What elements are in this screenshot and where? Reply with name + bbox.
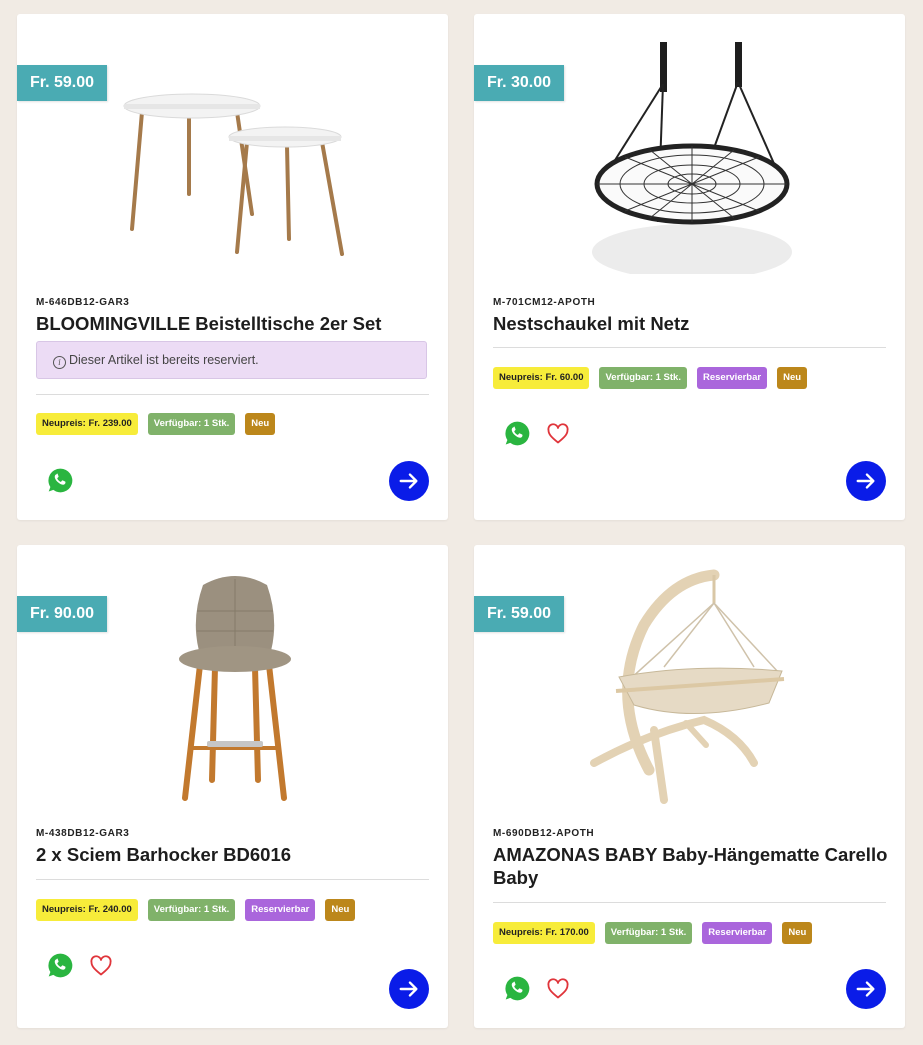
product-card[interactable]: Fr. 90.00 M-438DB12-GAR3 2 x Sciem Barho… bbox=[17, 545, 448, 1028]
new-price-badge: Neupreis: Fr. 240.00 bbox=[36, 899, 138, 921]
whatsapp-icon[interactable] bbox=[47, 952, 74, 979]
whatsapp-icon[interactable] bbox=[504, 420, 531, 447]
divider bbox=[493, 347, 886, 348]
divider bbox=[493, 902, 886, 903]
product-card[interactable]: Fr. 59.00 M-646DB12-GAR3 BLOOMINGVILLE B… bbox=[17, 14, 448, 520]
whatsapp-icon[interactable] bbox=[504, 975, 531, 1002]
reservable-badge: Reservierbar bbox=[696, 367, 768, 389]
product-sku: M-690DB12-APOTH bbox=[493, 828, 595, 839]
heart-icon[interactable] bbox=[89, 954, 113, 978]
availability-badge: Verfügbar: 1 Stk. bbox=[147, 413, 236, 435]
availability-badge: Verfügbar: 1 Stk. bbox=[147, 899, 236, 921]
badge-row: Neupreis: Fr. 170.00 Verfügbar: 1 Stk. R… bbox=[493, 922, 813, 944]
arrow-right-icon bbox=[856, 981, 875, 997]
badge-row: Neupreis: Fr. 240.00 Verfügbar: 1 Stk. R… bbox=[36, 899, 356, 921]
price-tag: Fr. 90.00 bbox=[17, 596, 108, 632]
info-icon: i bbox=[53, 356, 66, 369]
open-product-button[interactable] bbox=[389, 461, 429, 501]
reserved-notice-text: Dieser Artikel ist bereits reserviert. bbox=[69, 353, 259, 367]
open-product-button[interactable] bbox=[846, 461, 886, 501]
new-badge: Neu bbox=[782, 922, 813, 944]
price-tag: Fr. 59.00 bbox=[474, 596, 565, 632]
reservable-badge: Reservierbar bbox=[702, 922, 773, 944]
product-sku: M-646DB12-GAR3 bbox=[36, 297, 130, 308]
nest-swing-image bbox=[592, 42, 792, 274]
whatsapp-icon[interactable] bbox=[47, 467, 74, 494]
new-price-badge: Neupreis: Fr. 170.00 bbox=[493, 922, 595, 944]
product-title[interactable]: AMAZONAS BABY Baby-Hängematte Carello Ba… bbox=[493, 843, 888, 889]
product-card[interactable]: Fr. 30.00 M-701CM12-APOTH Nestschaukel m… bbox=[474, 14, 905, 520]
availability-badge: Verfügbar: 1 Stk. bbox=[604, 922, 693, 944]
availability-badge: Verfügbar: 1 Stk. bbox=[599, 367, 687, 389]
badge-row: Neupreis: Fr. 239.00 Verfügbar: 1 Stk. N… bbox=[36, 413, 276, 435]
reservable-badge: Reservierbar bbox=[245, 899, 316, 921]
product-sku: M-438DB12-GAR3 bbox=[36, 828, 130, 839]
side-tables-image bbox=[123, 93, 344, 256]
heart-icon[interactable] bbox=[546, 977, 570, 1001]
product-title[interactable]: Nestschaukel mit Netz bbox=[493, 312, 888, 335]
divider bbox=[36, 879, 429, 880]
product-card[interactable]: Fr. 59.00 M-690DB12-APOTH AMAZONAS BABY … bbox=[474, 545, 905, 1028]
open-product-button[interactable] bbox=[846, 969, 886, 1009]
product-title[interactable]: 2 x Sciem Barhocker BD6016 bbox=[36, 843, 431, 866]
new-badge: Neu bbox=[777, 367, 808, 389]
new-price-badge: Neupreis: Fr. 60.00 bbox=[493, 367, 590, 389]
heart-icon[interactable] bbox=[546, 422, 570, 446]
arrow-right-icon bbox=[399, 981, 418, 997]
arrow-right-icon bbox=[856, 473, 875, 489]
product-title[interactable]: BLOOMINGVILLE Beistelltische 2er Set bbox=[36, 312, 431, 335]
open-product-button[interactable] bbox=[389, 969, 429, 1009]
new-badge: Neu bbox=[325, 899, 356, 921]
baby-hammock-image bbox=[590, 569, 785, 804]
divider bbox=[36, 394, 429, 395]
price-tag: Fr. 59.00 bbox=[17, 65, 108, 101]
bar-stool-image bbox=[179, 576, 291, 801]
new-badge: Neu bbox=[245, 413, 276, 435]
new-price-badge: Neupreis: Fr. 239.00 bbox=[36, 413, 138, 435]
reserved-notice: i Dieser Artikel ist bereits reserviert. bbox=[36, 341, 427, 379]
badge-row: Neupreis: Fr. 60.00 Verfügbar: 1 Stk. Re… bbox=[493, 367, 808, 389]
arrow-right-icon bbox=[399, 473, 418, 489]
price-tag: Fr. 30.00 bbox=[474, 65, 565, 101]
product-sku: M-701CM12-APOTH bbox=[493, 297, 596, 308]
